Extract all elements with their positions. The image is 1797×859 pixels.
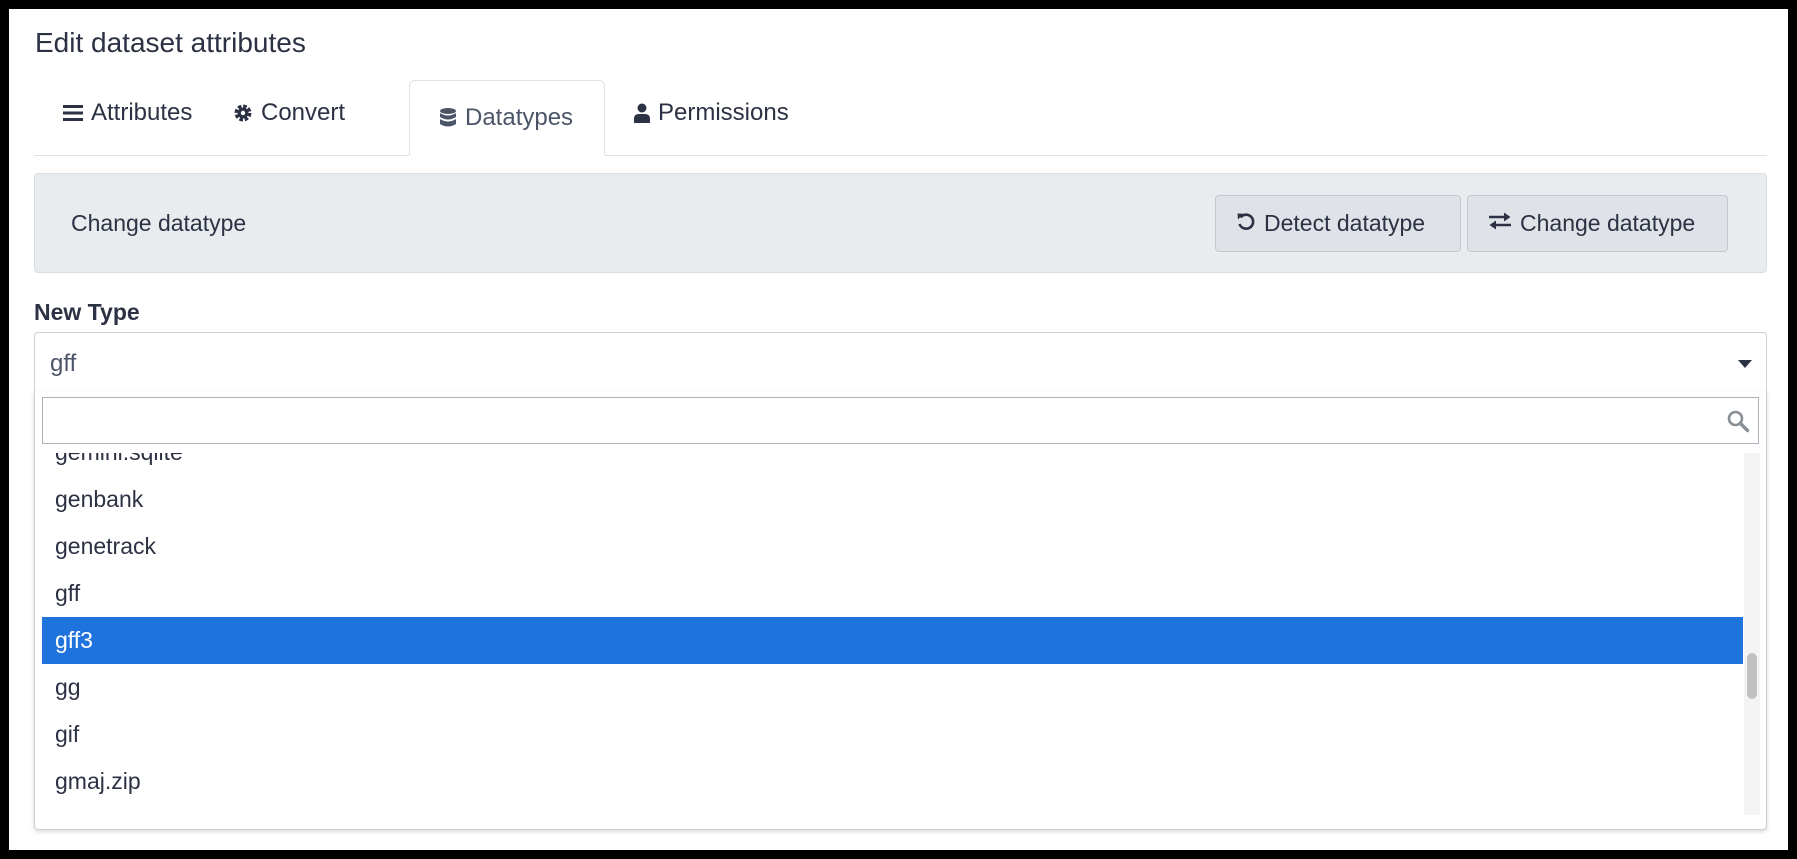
app-frame: Edit dataset attributes Attributes Conve…: [9, 9, 1788, 850]
datatype-select[interactable]: gff: [34, 332, 1767, 392]
list-item[interactable]: genetrack: [42, 523, 1743, 570]
list-item[interactable]: gg: [42, 664, 1743, 711]
page-title: Edit dataset attributes: [35, 27, 306, 58]
tab-label: Convert: [261, 99, 346, 126]
change-datatype-panel: Change datatype Detect datatype Change d…: [34, 173, 1767, 273]
list-item[interactable]: gif: [42, 711, 1743, 758]
change-datatype-label: Change datatype: [1520, 210, 1696, 236]
list-item[interactable]: genbank: [42, 476, 1743, 523]
tab-permissions[interactable]: Permissions: [605, 80, 818, 146]
bars-icon: [63, 104, 83, 122]
exchange-icon: [1488, 210, 1512, 237]
selected-value: gff: [50, 350, 77, 377]
search-box: [42, 397, 1759, 444]
list-item[interactable]: gmaj.zip: [42, 758, 1743, 805]
search-icon: [1726, 409, 1750, 433]
list-item[interactable]: gemini.sqlite: [42, 453, 1743, 476]
list-item[interactable]: gff: [42, 570, 1743, 617]
undo-icon: [1236, 210, 1256, 237]
new-type-label: New Type: [34, 299, 140, 325]
detect-datatype-label: Detect datatype: [1264, 210, 1426, 236]
tab-convert[interactable]: Convert: [204, 80, 374, 146]
list-item-highlighted[interactable]: gff3: [42, 617, 1743, 664]
gear-icon: [233, 103, 253, 123]
tab-bar: Attributes Convert Datatypes Permissions: [34, 80, 1767, 156]
panel-label: Change datatype: [71, 210, 247, 236]
tab-label: Permissions: [658, 99, 789, 126]
change-datatype-button[interactable]: Change datatype: [1467, 195, 1728, 252]
datatype-dropdown: gemini.sqlite genbank genetrack gff gff3…: [34, 391, 1767, 830]
tab-label: Datatypes: [465, 104, 574, 131]
tab-attributes[interactable]: Attributes: [34, 80, 221, 146]
detect-datatype-button[interactable]: Detect datatype: [1215, 195, 1461, 252]
tab-label: Attributes: [91, 99, 193, 126]
search-input[interactable]: [43, 398, 1713, 443]
scrollbar-track[interactable]: [1744, 453, 1760, 815]
scrollbar-thumb[interactable]: [1747, 653, 1757, 699]
user-icon: [634, 103, 650, 123]
tab-datatypes[interactable]: Datatypes: [409, 80, 605, 156]
options-list: gemini.sqlite genbank genetrack gff gff3…: [42, 453, 1743, 815]
caret-down-icon: [1738, 360, 1752, 368]
database-icon: [439, 107, 457, 129]
